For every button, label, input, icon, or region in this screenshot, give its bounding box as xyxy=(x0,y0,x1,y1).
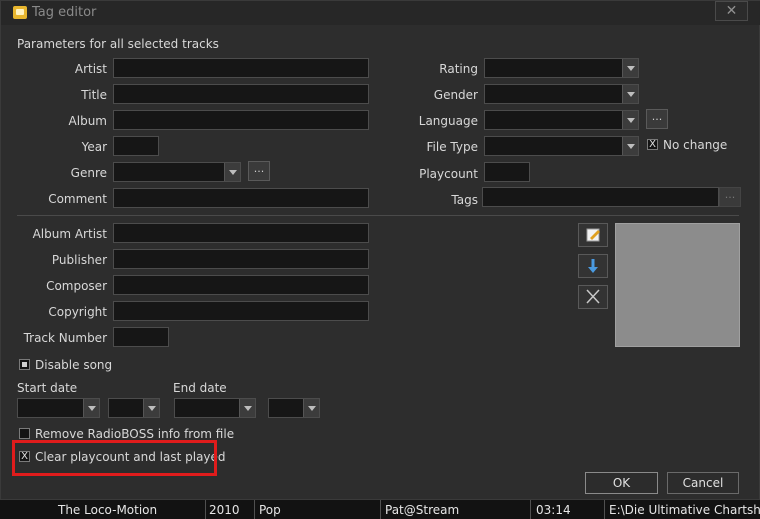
chevron-down-icon xyxy=(224,163,240,181)
tags-browse-button[interactable]: ... xyxy=(719,187,741,207)
folder-icon xyxy=(13,6,27,19)
language-browse-button[interactable]: ... xyxy=(646,109,668,129)
copyright-input[interactable] xyxy=(113,301,369,321)
start-date-select[interactable] xyxy=(17,398,100,418)
rating-select[interactable] xyxy=(484,58,639,78)
no-change-checkbox[interactable]: X xyxy=(647,139,658,150)
edit-artwork-button[interactable] xyxy=(578,223,608,247)
title-bar: Tag editor ✕ xyxy=(1,1,760,25)
close-button[interactable]: ✕ xyxy=(715,1,748,21)
track-artist-cell: Pat@Stream xyxy=(385,503,460,517)
genre-select[interactable] xyxy=(113,162,241,182)
comment-input[interactable] xyxy=(113,188,369,208)
start-time-select[interactable] xyxy=(108,398,160,418)
remove-info-label: Remove RadioBOSS info from file xyxy=(35,427,235,441)
chevron-down-icon xyxy=(239,399,255,417)
chevron-down-icon xyxy=(83,399,99,417)
chevron-down-icon xyxy=(303,399,319,417)
composer-input[interactable] xyxy=(113,275,369,295)
track-duration-cell: 03:14 xyxy=(536,503,571,517)
publisher-label: Publisher xyxy=(51,253,107,267)
column-divider xyxy=(205,500,206,519)
artist-label: Artist xyxy=(74,62,107,76)
track-path-cell: E:\Die Ultimative Chartshow\ xyxy=(609,503,760,517)
track-year-cell: 2010 xyxy=(209,503,240,517)
end-time-select[interactable] xyxy=(268,398,320,418)
title-label: Title xyxy=(81,88,107,102)
table-row[interactable]: The Loco-Motion 2010 Pop Pat@Stream 03:1… xyxy=(0,500,760,519)
album-artist-input[interactable] xyxy=(113,223,369,243)
chevron-down-icon xyxy=(622,137,638,155)
ok-button[interactable]: OK xyxy=(585,472,658,494)
section-divider xyxy=(17,215,739,216)
no-change-label: No change xyxy=(663,138,728,152)
file-type-select[interactable] xyxy=(484,136,639,156)
download-artwork-button[interactable] xyxy=(578,254,608,278)
gender-select[interactable] xyxy=(484,84,639,104)
end-date-select[interactable] xyxy=(174,398,256,418)
album-label: Album xyxy=(68,114,107,128)
track-title-cell: The Loco-Motion xyxy=(58,503,158,517)
playcount-input[interactable] xyxy=(484,162,530,182)
window-title: Tag editor xyxy=(32,5,97,20)
title-input[interactable] xyxy=(113,84,369,104)
playcount-label: Playcount xyxy=(419,167,478,181)
album-artist-label: Album Artist xyxy=(32,227,107,241)
column-divider xyxy=(530,500,531,519)
language-label: Language xyxy=(418,114,478,128)
remove-info-checkbox[interactable] xyxy=(19,428,30,439)
column-divider xyxy=(604,500,605,519)
track-number-label: Track Number xyxy=(23,331,107,345)
file-type-label: File Type xyxy=(426,140,478,154)
disable-song-label: Disable song xyxy=(35,358,113,372)
column-divider xyxy=(380,500,381,519)
highlight-box xyxy=(12,440,217,476)
gender-label: Gender xyxy=(433,88,478,102)
rating-label: Rating xyxy=(439,62,478,76)
close-icon xyxy=(586,289,600,304)
language-select[interactable] xyxy=(484,110,639,130)
chevron-down-icon xyxy=(622,111,638,129)
track-number-input[interactable] xyxy=(113,327,169,347)
year-label: Year xyxy=(81,140,107,154)
chevron-down-icon xyxy=(143,399,159,417)
section-label: Parameters for all selected tracks xyxy=(17,37,219,51)
column-divider xyxy=(254,500,255,519)
disable-song-checkbox[interactable] xyxy=(19,359,30,370)
end-date-label: End date xyxy=(173,381,227,395)
genre-browse-button[interactable]: ... xyxy=(248,161,270,181)
genre-label: Genre xyxy=(70,166,107,180)
tags-input[interactable] xyxy=(482,187,719,207)
artwork-preview xyxy=(615,223,740,347)
artist-input[interactable] xyxy=(113,58,369,78)
composer-label: Composer xyxy=(46,279,107,293)
arrow-down-icon xyxy=(588,259,598,273)
edit-icon xyxy=(586,228,600,242)
start-date-label: Start date xyxy=(17,381,78,395)
cancel-button[interactable]: Cancel xyxy=(667,472,739,494)
publisher-input[interactable] xyxy=(113,249,369,269)
copyright-label: Copyright xyxy=(48,305,107,319)
track-genre-cell: Pop xyxy=(259,503,281,517)
chevron-down-icon xyxy=(622,59,638,77)
tag-editor-window: Tag editor ✕ Parameters for all selected… xyxy=(0,0,760,500)
tags-label: Tags xyxy=(451,193,478,207)
album-input[interactable] xyxy=(113,110,369,130)
year-input[interactable] xyxy=(113,136,159,156)
chevron-down-icon xyxy=(622,85,638,103)
remove-artwork-button[interactable] xyxy=(578,285,608,309)
comment-label: Comment xyxy=(48,192,107,206)
